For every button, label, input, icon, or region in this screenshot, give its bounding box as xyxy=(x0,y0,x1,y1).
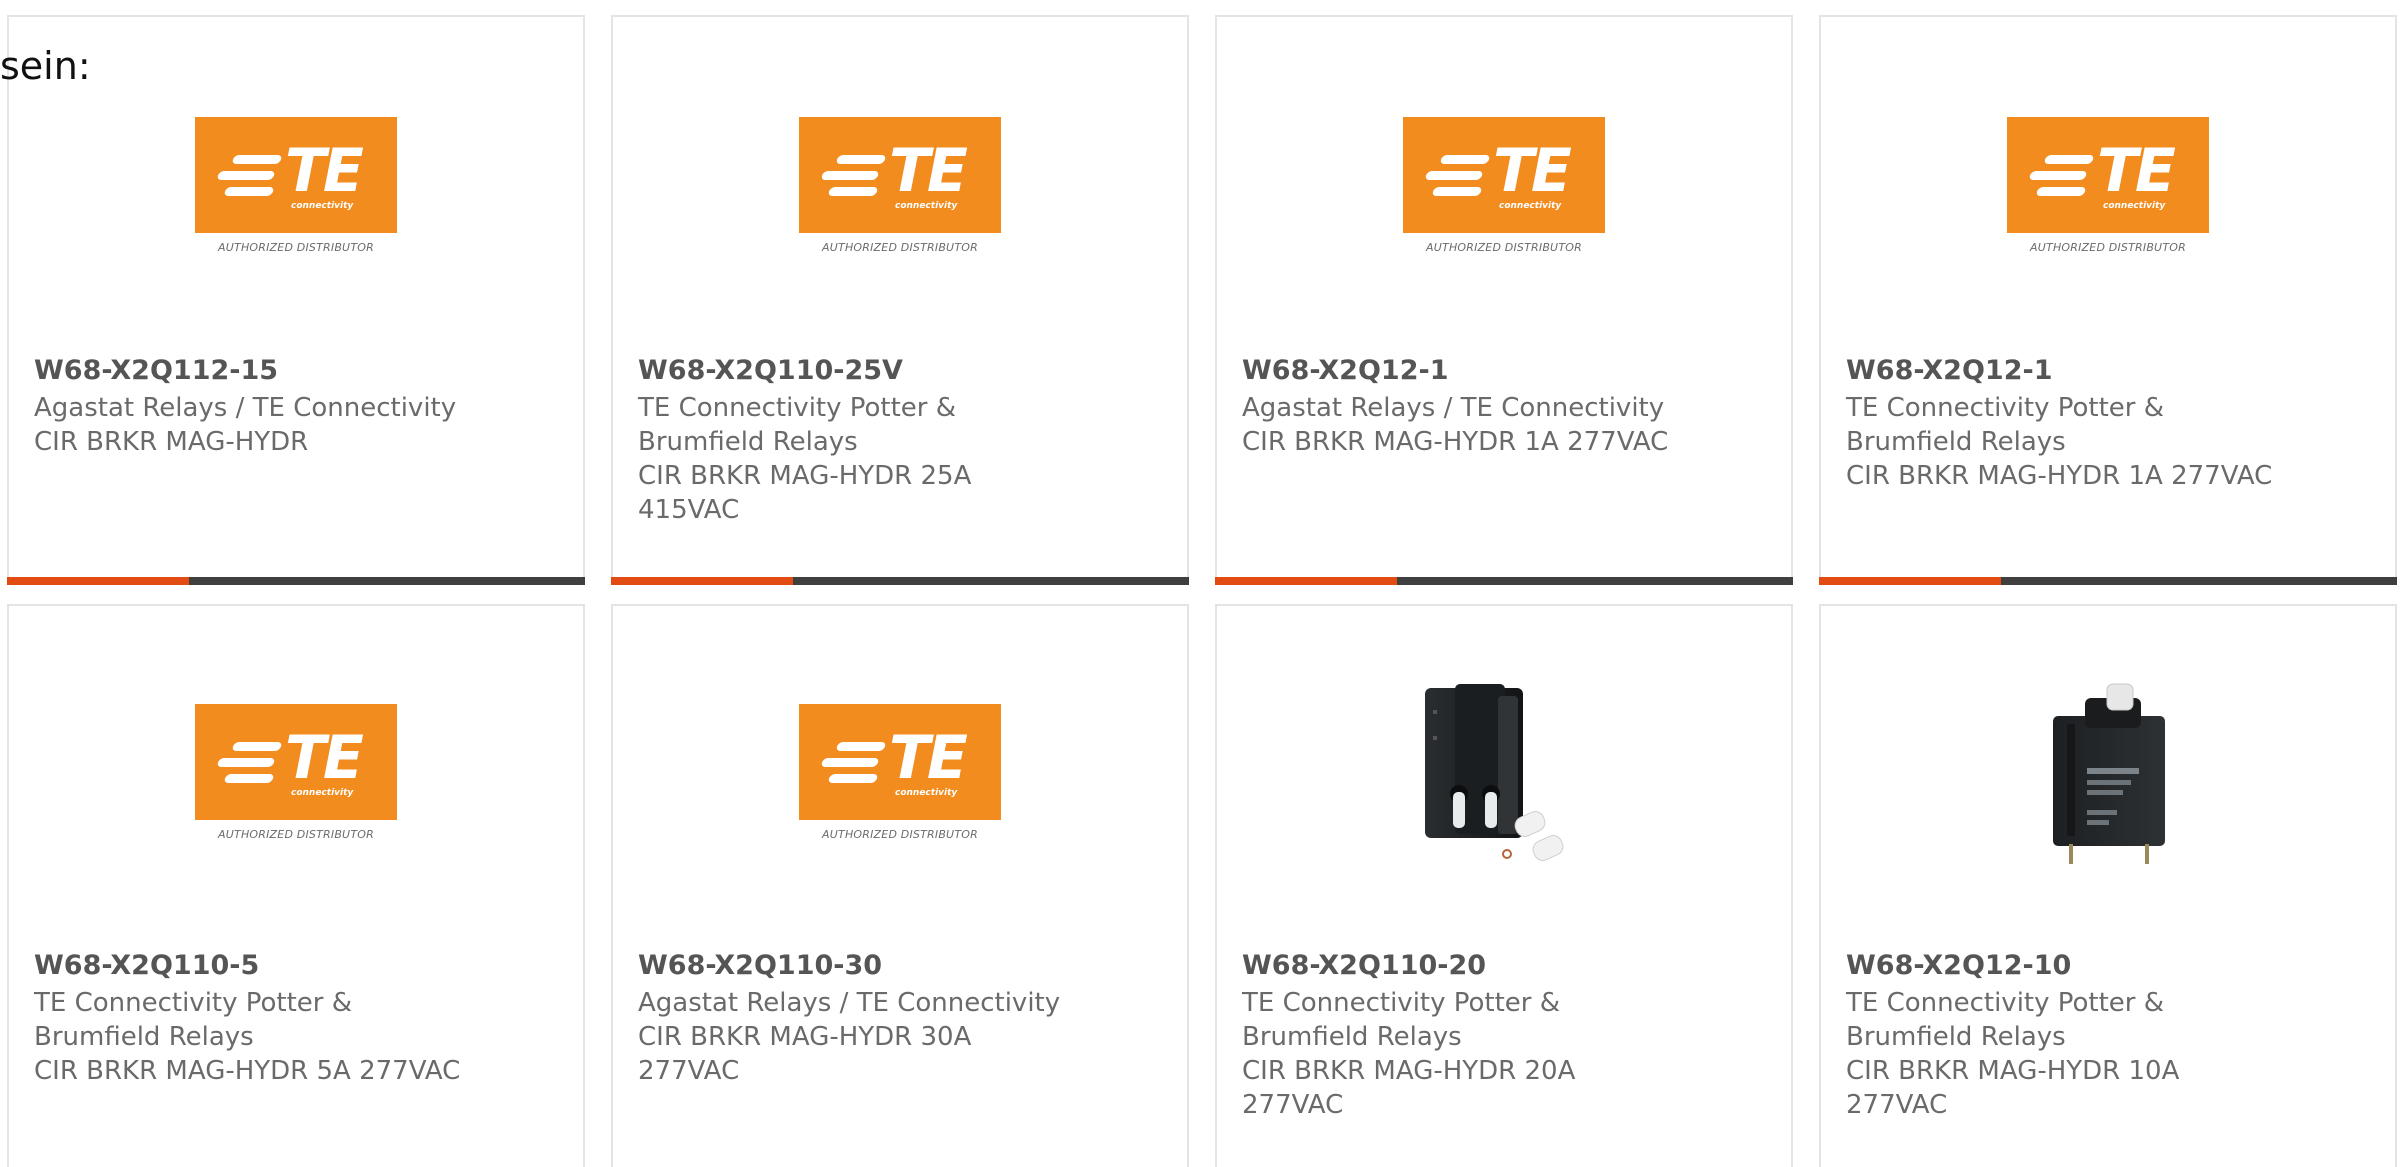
manufacturer-line: Agastat Relays / TE Connectivity xyxy=(1242,393,1665,423)
description-line: 277VAC xyxy=(638,1056,740,1086)
card-accent-bar xyxy=(611,577,1189,585)
product-card[interactable]: TE connectivity AUTHORIZED DISTRIBUTOR W… xyxy=(611,604,1189,1167)
manufacturer-line: Brumfield Relays xyxy=(638,427,858,457)
product-description: Agastat Relays / TE Connectivity CIR BRK… xyxy=(1242,391,1702,459)
description-line: CIR BRKR MAG-HYDR 25A xyxy=(638,461,972,491)
te-connectivity-logo-icon: TE connectivity AUTHORIZED DISTRIBUTOR xyxy=(195,117,397,267)
part-number-link[interactable]: W68-X2Q12-1 xyxy=(1242,355,1448,386)
product-description: TE Connectivity Potter & Brumfield Relay… xyxy=(638,391,1098,527)
circuit-breaker-icon xyxy=(2053,683,2165,864)
product-card[interactable]: W68-X2Q110-20 TE Connectivity Potter & B… xyxy=(1215,604,1793,1167)
manufacturer-line: Brumfield Relays xyxy=(1242,1022,1462,1052)
te-connectivity-logo-icon: TE connectivity AUTHORIZED DISTRIBUTOR xyxy=(799,117,1001,267)
product-description: TE Connectivity Potter & Brumfield Relay… xyxy=(1846,986,2306,1122)
product-description: TE Connectivity Potter & Brumfield Relay… xyxy=(1242,986,1702,1122)
part-number-link[interactable]: W68-X2Q112-15 xyxy=(34,355,278,386)
te-connectivity-logo-icon: TE connectivity AUTHORIZED DISTRIBUTOR xyxy=(799,704,1001,854)
card-accent-bar xyxy=(1215,577,1793,585)
te-connectivity-logo-icon: TE connectivity AUTHORIZED DISTRIBUTOR xyxy=(195,704,397,854)
product-description: TE Connectivity Potter & Brumfield Relay… xyxy=(34,986,494,1088)
part-number-link[interactable]: W68-X2Q110-25V xyxy=(638,355,903,386)
section-prefix-label: sein: xyxy=(0,44,91,88)
authorized-distributor-label: AUTHORIZED DISTRIBUTOR xyxy=(218,241,374,254)
manufacturer-line: TE Connectivity Potter & xyxy=(34,988,353,1018)
circuit-breaker-icon xyxy=(1425,684,1564,861)
description-line: CIR BRKR MAG-HYDR 30A xyxy=(638,1022,972,1052)
description-line: CIR BRKR MAG-HYDR 20A xyxy=(1242,1056,1576,1086)
product-image[interactable] xyxy=(1403,676,1605,861)
product-card[interactable]: TE connectivity AUTHORIZED DISTRIBUTOR W… xyxy=(7,15,585,585)
product-image[interactable]: TE connectivity AUTHORIZED DISTRIBUTOR xyxy=(1403,117,1605,267)
manufacturer-line: Brumfield Relays xyxy=(1846,1022,2066,1052)
manufacturer-line: TE Connectivity Potter & xyxy=(1846,988,2165,1018)
authorized-distributor-label: AUTHORIZED DISTRIBUTOR xyxy=(1426,241,1582,254)
part-number-link[interactable]: W68-X2Q12-1 xyxy=(1846,355,2052,386)
product-image[interactable]: TE connectivity AUTHORIZED DISTRIBUTOR xyxy=(799,117,1001,267)
description-line: 277VAC xyxy=(1846,1090,1948,1120)
manufacturer-line: TE Connectivity Potter & xyxy=(1242,988,1561,1018)
product-description: Agastat Relays / TE Connectivity CIR BRK… xyxy=(34,391,494,459)
product-description: TE Connectivity Potter & Brumfield Relay… xyxy=(1846,391,2306,493)
description-line: 277VAC xyxy=(1242,1090,1344,1120)
description-line: CIR BRKR MAG-HYDR 10A xyxy=(1846,1056,2180,1086)
description-line: CIR BRKR MAG-HYDR 1A 277VAC xyxy=(1242,427,1669,457)
product-card[interactable]: TE connectivity AUTHORIZED DISTRIBUTOR W… xyxy=(1819,15,2397,585)
manufacturer-line: Brumfield Relays xyxy=(1846,427,2066,457)
product-grid-page: sein: TE connectivity AUTHORIZED DISTRIB… xyxy=(0,0,2400,1167)
product-image[interactable]: TE connectivity AUTHORIZED DISTRIBUTOR xyxy=(799,704,1001,854)
product-card[interactable]: TE connectivity AUTHORIZED DISTRIBUTOR W… xyxy=(7,604,585,1167)
authorized-distributor-label: AUTHORIZED DISTRIBUTOR xyxy=(822,241,978,254)
manufacturer-line: TE Connectivity Potter & xyxy=(638,393,957,423)
manufacturer-line: Brumfield Relays xyxy=(34,1022,254,1052)
te-connectivity-logo-icon: TE connectivity AUTHORIZED DISTRIBUTOR xyxy=(1403,117,1605,267)
part-number-link[interactable]: W68-X2Q110-30 xyxy=(638,950,882,981)
manufacturer-line: Agastat Relays / TE Connectivity xyxy=(34,393,457,423)
te-connectivity-logo-icon: TE connectivity AUTHORIZED DISTRIBUTOR xyxy=(2007,117,2209,267)
authorized-distributor-label: AUTHORIZED DISTRIBUTOR xyxy=(2030,241,2186,254)
product-image[interactable]: TE connectivity AUTHORIZED DISTRIBUTOR xyxy=(2007,117,2209,267)
product-card[interactable]: TE connectivity AUTHORIZED DISTRIBUTOR W… xyxy=(1215,15,1793,585)
part-number-link[interactable]: W68-X2Q110-20 xyxy=(1242,950,1486,981)
product-description: Agastat Relays / TE Connectivity CIR BRK… xyxy=(638,986,1098,1088)
authorized-distributor-label: AUTHORIZED DISTRIBUTOR xyxy=(822,828,978,841)
product-image[interactable] xyxy=(2007,676,2209,864)
card-accent-bar xyxy=(7,577,585,585)
description-line: CIR BRKR MAG-HYDR xyxy=(34,427,309,457)
part-number-link[interactable]: W68-X2Q12-10 xyxy=(1846,950,2071,981)
product-image[interactable]: TE connectivity AUTHORIZED DISTRIBUTOR xyxy=(195,117,397,267)
manufacturer-line: TE Connectivity Potter & xyxy=(1846,393,2165,423)
description-line: CIR BRKR MAG-HYDR 5A 277VAC xyxy=(34,1056,461,1086)
card-accent-bar xyxy=(1819,577,2397,585)
part-number-link[interactable]: W68-X2Q110-5 xyxy=(34,950,259,981)
product-card[interactable]: W68-X2Q12-10 TE Connectivity Potter & Br… xyxy=(1819,604,2397,1167)
description-line: 415VAC xyxy=(638,495,740,525)
product-image[interactable]: TE connectivity AUTHORIZED DISTRIBUTOR xyxy=(195,704,397,854)
authorized-distributor-label: AUTHORIZED DISTRIBUTOR xyxy=(218,828,374,841)
description-line: CIR BRKR MAG-HYDR 1A 277VAC xyxy=(1846,461,2273,491)
product-card[interactable]: TE connectivity AUTHORIZED DISTRIBUTOR W… xyxy=(611,15,1189,585)
manufacturer-line: Agastat Relays / TE Connectivity xyxy=(638,988,1061,1018)
